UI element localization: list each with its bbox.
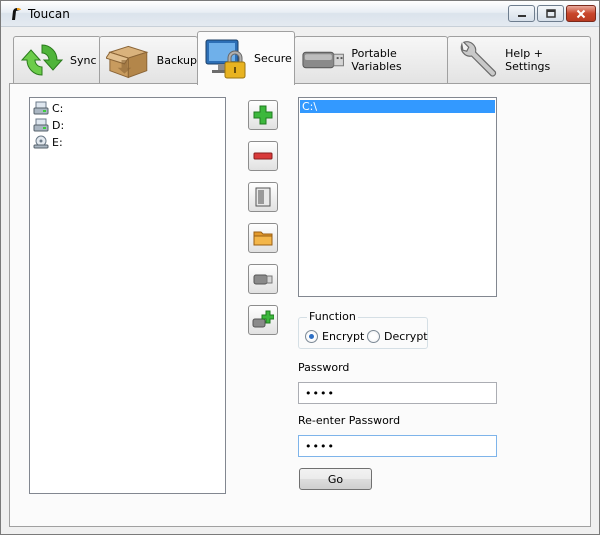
- folder-icon: [253, 231, 273, 246]
- hard-drive-icon: [33, 118, 49, 132]
- usb-add-icon: [252, 310, 274, 328]
- drive-item-c[interactable]: C:: [33, 100, 63, 116]
- window-title: Toucan: [28, 7, 70, 21]
- tab-backup[interactable]: Backup: [99, 36, 198, 83]
- toucan-window: Toucan Sync Backup Secure Portable Varia…: [0, 0, 600, 535]
- drive-label-d: D:: [52, 118, 65, 132]
- file-icon: [255, 187, 271, 207]
- drive-tree[interactable]: C: D: E:: [29, 97, 226, 494]
- usb-drive-icon: [302, 51, 344, 69]
- drive-label-e: E:: [52, 135, 63, 149]
- decrypt-radio[interactable]: Decrypt: [367, 330, 428, 343]
- minimize-icon: [517, 14, 526, 17]
- tab-sync[interactable]: Sync: [13, 36, 101, 83]
- hard-drive-icon: [33, 101, 49, 115]
- reenter-password-input[interactable]: [298, 435, 497, 457]
- lock-computer-icon: [205, 39, 246, 78]
- maximize-icon: [545, 9, 556, 18]
- box-icon: [106, 45, 149, 79]
- decrypt-label: Decrypt: [384, 330, 428, 343]
- add-file-button[interactable]: [248, 182, 278, 212]
- drive-item-e[interactable]: E:: [33, 134, 63, 150]
- title-bar: Toucan: [1, 1, 599, 27]
- function-group: Function Encrypt Decrypt: [298, 310, 428, 349]
- decrypt-radio-button[interactable]: [367, 330, 380, 343]
- password-input[interactable]: [298, 382, 497, 404]
- tab-label-backup: Backup: [156, 53, 197, 67]
- tab-secure[interactable]: Secure: [197, 31, 295, 85]
- reenter-password-label: Re-enter Password: [298, 414, 401, 427]
- drive-item-d[interactable]: D:: [33, 117, 64, 133]
- tab-bar: Sync Backup Secure Portable Variables He…: [9, 31, 591, 85]
- function-label: Function: [307, 310, 358, 323]
- remove-button[interactable]: [248, 141, 278, 171]
- tab-label-secure: Secure: [254, 52, 292, 65]
- encrypt-radio-button[interactable]: [305, 330, 318, 343]
- tab-help-settings[interactable]: Help + Settings: [447, 36, 591, 83]
- close-button[interactable]: [566, 5, 596, 22]
- path-list-item[interactable]: C:\: [300, 100, 495, 113]
- drive-label-c: C:: [52, 101, 64, 115]
- add-button[interactable]: [248, 100, 278, 130]
- plus-icon: [253, 105, 273, 125]
- tab-portable-variables[interactable]: Portable Variables: [294, 36, 448, 83]
- close-icon: [576, 9, 586, 18]
- tab-label-help-settings: Help + Settings: [505, 47, 551, 73]
- wrench-icon: [460, 41, 497, 77]
- usb-variable-icon: [253, 274, 273, 285]
- add-folder-button[interactable]: [248, 223, 278, 253]
- minus-icon: [253, 152, 273, 160]
- maximize-button[interactable]: [537, 5, 564, 22]
- secure-panel: C: D: E: C:\ Function Encrypt Decrypt Pa…: [9, 83, 591, 527]
- insert-variable-button[interactable]: [248, 264, 278, 294]
- toucan-app-icon: [12, 8, 21, 20]
- encrypt-radio[interactable]: Encrypt: [305, 330, 364, 343]
- add-variable-button[interactable]: [248, 305, 278, 335]
- tab-label-portable-variables: Portable Variables: [351, 47, 402, 73]
- path-list[interactable]: C:\: [298, 97, 497, 297]
- minimize-button[interactable]: [508, 5, 535, 22]
- tab-label-sync: Sync: [70, 53, 97, 67]
- cd-drive-icon: [33, 135, 49, 149]
- encrypt-label: Encrypt: [322, 330, 365, 343]
- go-button[interactable]: Go: [299, 468, 372, 490]
- sync-icon: [20, 44, 64, 76]
- password-label: Password: [298, 361, 350, 374]
